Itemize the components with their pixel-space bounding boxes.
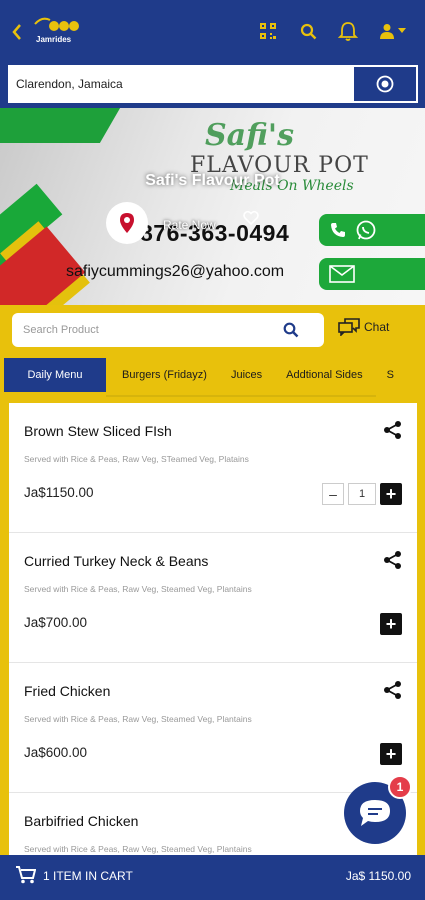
add-to-cart-button[interactable]: + [380,613,402,635]
email-address: safiycummings26@yahoo.com [66,263,285,280]
location-input[interactable] [10,67,354,101]
product-price: Ja$600.00 [24,745,88,760]
product-name: Barbifried Chicken [24,813,139,829]
share-button[interactable] [383,680,403,705]
user-icon [380,24,394,39]
decrease-qty-button[interactable]: – [322,483,344,505]
search-icon [283,322,299,338]
qr-code-button[interactable] [255,18,281,44]
product-search [12,313,324,347]
product-name: Brown Stew Sliced FIsh [24,423,172,439]
search-icon [300,23,316,39]
target-icon [376,75,394,93]
location-pin-button[interactable] [106,202,148,244]
share-button[interactable] [383,550,403,575]
cart-bar[interactable]: 1 ITEM IN CART Ja$ 1150.00 [0,855,425,900]
top-app-bar: Jamrides [0,0,425,65]
category-tabs: Daily Menu Burgers (Fridayz) Juices Addt… [0,358,425,392]
chevron-down-icon [398,28,406,33]
locate-me-button[interactable] [354,67,416,101]
list-item[interactable]: Brown Stew Sliced FIsh Served with Rice … [9,403,417,533]
logo-text: Jamrides [36,35,72,44]
quantity-stepper: – 1 + [322,483,402,505]
notifications-button[interactable] [335,18,361,44]
location-bar [8,65,418,103]
share-button[interactable] [383,420,403,445]
cart-item-count: 1 ITEM IN CART [43,869,133,883]
product-price: Ja$1150.00 [24,485,94,500]
map-pin-icon [120,213,134,233]
product-description: Served with Rice & Peas, Raw Veg, Steame… [24,584,252,594]
restaurant-name: Safi's Flavour Pot [145,172,280,189]
product-name: Curried Turkey Neck & Beans [24,553,209,569]
flag-stripe [0,108,121,143]
share-icon [384,681,401,699]
qr-code-icon [260,23,276,39]
chevron-left-icon [12,24,21,40]
cart-total: Ja$ 1150.00 [345,869,411,883]
add-to-cart-button[interactable]: + [380,743,402,765]
chat-button[interactable]: Chat [338,318,389,336]
product-price: Ja$700.00 [24,615,88,630]
product-name: Fried Chicken [24,683,111,699]
cart-icon [16,866,36,884]
call-whatsapp-button[interactable] [319,214,425,246]
increase-qty-button[interactable]: + [380,483,402,505]
tab-daily-menu[interactable]: Daily Menu [4,358,106,392]
brand-logo-text: Safi's [205,118,294,153]
whatsapp-icon [356,220,376,240]
product-description: Served with Rice & Peas, Raw Veg, Steame… [24,844,252,854]
list-item[interactable]: Fried Chicken Served with Rice & Peas, R… [9,663,417,793]
tabs-scroll-indicator [106,395,376,397]
search-product-input[interactable] [23,324,276,336]
rate-now-link[interactable]: Rate Now [163,218,216,232]
product-description: Served with Rice & Peas, Raw Veg, STeame… [24,454,249,464]
list-item[interactable]: Curried Turkey Neck & Beans Served with … [9,533,417,663]
tab-additional-sides[interactable]: Addtional Sides [274,358,374,392]
back-button[interactable] [8,20,26,44]
restaurant-banner: Safi's FLAVOUR POT Meals On Wheels Safi'… [0,108,425,305]
chat-bubbles-icon [338,318,360,336]
email-button[interactable] [319,258,425,290]
product-description: Served with Rice & Peas, Raw Veg, Steame… [24,714,252,724]
mail-icon [329,265,355,283]
share-icon [384,421,401,439]
account-menu-button[interactable] [375,18,411,44]
search-button[interactable] [295,18,321,44]
share-icon [384,551,401,569]
tab-more[interactable]: S [375,358,406,392]
heart-icon [243,210,259,226]
unread-badge: 1 [388,775,412,799]
chat-label: Chat [364,320,390,334]
chat-bubble-icon [360,800,390,826]
tab-juices[interactable]: Juices [219,358,274,392]
search-submit-button[interactable] [276,315,306,345]
tab-burgers[interactable]: Burgers (Fridayz) [106,358,219,392]
quantity-value[interactable]: 1 [348,483,376,505]
app-logo[interactable]: Jamrides [32,14,82,48]
phone-icon [331,223,345,237]
bell-icon [337,22,359,41]
favorite-button[interactable] [243,210,259,230]
